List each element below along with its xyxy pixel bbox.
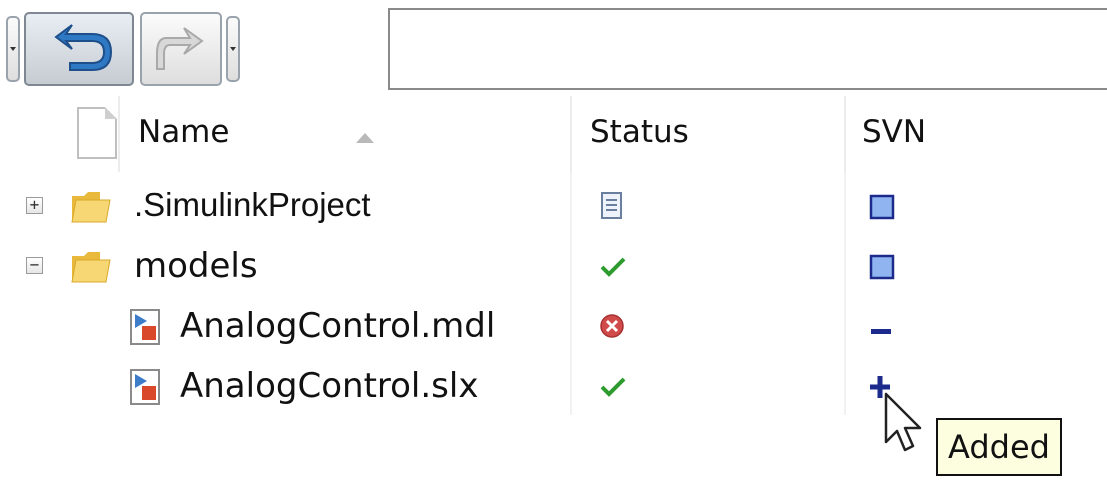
folder-icon [71,192,111,223]
forward-dropdown-button[interactable] [226,16,240,82]
mouse-pointer-icon [884,392,922,452]
column-header-name-label: Name [138,114,230,150]
row-name: AnalogControl.mdl [180,306,496,346]
column-header-svn[interactable]: SVN [846,96,1107,172]
collapse-icon[interactable]: − [26,257,43,274]
chevron-down-icon [230,47,236,51]
deleted-minus-icon [871,329,891,334]
error-x-icon [600,314,624,338]
column-header-status[interactable]: Status [572,96,844,172]
table-row[interactable]: AnalogControl.slx [0,356,1107,416]
unmodified-square-icon [869,194,895,220]
row-name: models [134,246,258,286]
column-header-name[interactable]: Name [118,96,570,172]
column-header-status-label: Status [590,114,689,150]
redo-icon [156,27,204,70]
back-button[interactable] [24,12,134,86]
sort-ascending-icon [356,133,374,143]
simulink-model-file-icon [130,309,160,345]
table-row[interactable]: AnalogControl.mdl [0,296,1107,356]
unmodified-square-icon [869,254,895,280]
ok-check-icon [600,257,626,277]
ok-check-icon [600,377,626,397]
toolbar [0,0,1107,96]
column-divider[interactable] [118,96,120,172]
simulink-model-file-icon [130,369,160,405]
row-name: AnalogControl.slx [180,366,479,406]
table-row[interactable]: + .SimulinkProject [0,176,1107,236]
history-dropdown-button[interactable] [6,16,20,82]
column-header-row: Name Status SVN [0,96,1107,172]
table-row[interactable]: − models [0,236,1107,296]
address-field[interactable] [388,8,1107,90]
undo-icon [54,24,113,71]
column-header-svn-label: SVN [862,114,927,150]
chevron-down-icon [10,47,16,51]
tooltip: Added [936,418,1062,476]
row-name: .SimulinkProject [134,186,371,223]
folder-icon [71,252,111,283]
forward-button[interactable] [140,12,222,86]
document-status-icon [601,192,622,219]
expand-icon[interactable]: + [26,197,43,214]
page-icon [77,107,117,159]
